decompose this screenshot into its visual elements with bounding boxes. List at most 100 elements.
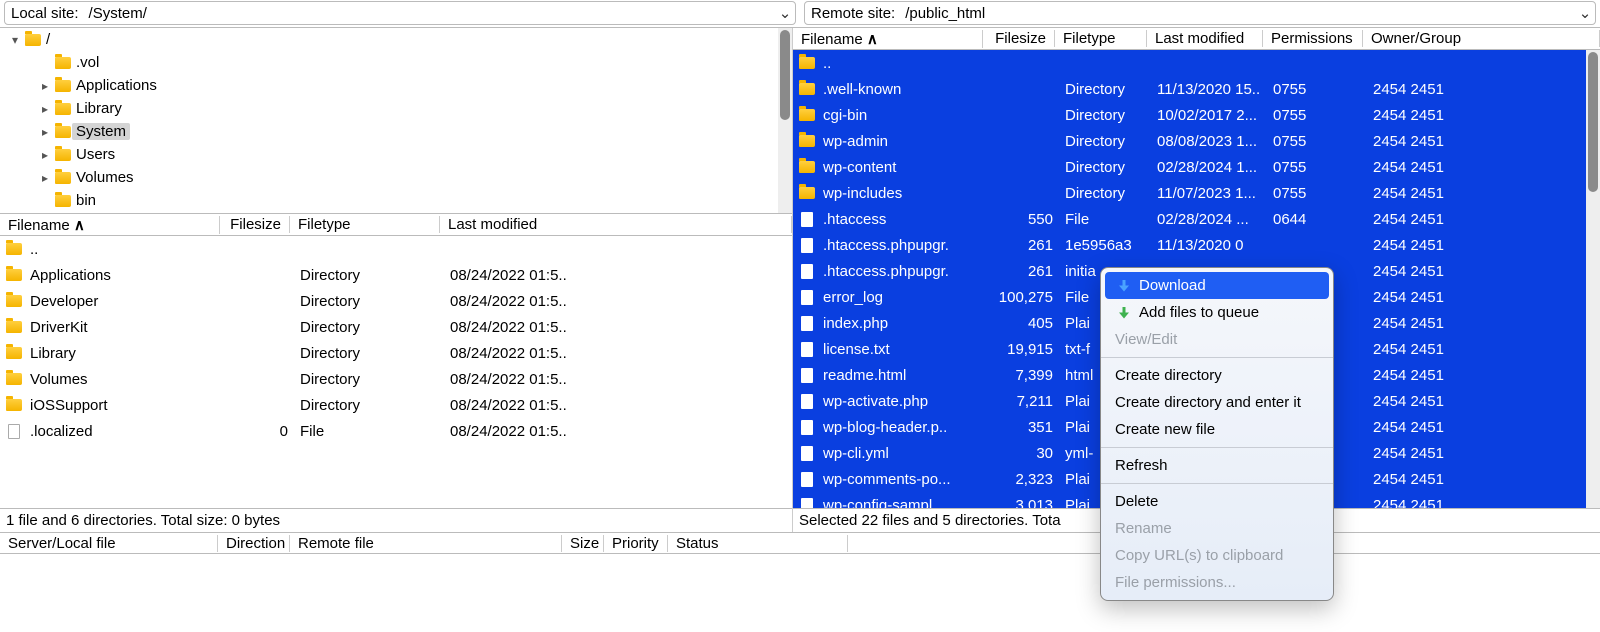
cell-owner: 2454 2451 bbox=[1367, 237, 1600, 254]
col-owner[interactable]: Owner/Group bbox=[1363, 30, 1600, 47]
list-item[interactable]: wp-contentDirectory02/28/2024 1...075524… bbox=[793, 154, 1600, 180]
col-filetype[interactable]: Filetype bbox=[1055, 30, 1147, 47]
cell-filesize: 351 bbox=[987, 419, 1059, 436]
col-filesize[interactable]: Filesize bbox=[983, 30, 1055, 47]
context-menu[interactable]: Download Add files to queue View/Edit Cr… bbox=[1100, 267, 1334, 601]
list-item[interactable]: DriverKitDirectory08/24/2022 01:5.. bbox=[0, 314, 792, 340]
scroll-thumb[interactable] bbox=[1588, 52, 1598, 192]
qh-remote[interactable]: Remote file bbox=[290, 535, 562, 552]
cell-owner: 2454 2451 bbox=[1367, 81, 1600, 98]
ctx-rename: Rename bbox=[1101, 515, 1333, 542]
local-tree[interactable]: /.volApplicationsLibrarySystem Users Volum… bbox=[0, 28, 792, 214]
disclosure-icon[interactable] bbox=[36, 102, 54, 116]
col-filename[interactable]: Filename bbox=[793, 30, 983, 48]
cell-filename: Developer bbox=[24, 293, 224, 310]
remote-columns[interactable]: Filename Filesize Filetype Last modified… bbox=[793, 28, 1600, 50]
cell-filetype: Directory bbox=[294, 371, 444, 388]
ctx-delete[interactable]: Delete bbox=[1101, 488, 1333, 515]
cell-owner: 2454 2451 bbox=[1367, 445, 1600, 462]
cell-filetype: Directory bbox=[294, 345, 444, 362]
qh-direction[interactable]: Direction bbox=[218, 535, 290, 552]
cell-filename: Library bbox=[24, 345, 224, 362]
qh-size[interactable]: Size bbox=[562, 535, 604, 552]
cell-lastmodified: 11/13/2020 0 bbox=[1151, 237, 1267, 254]
list-item[interactable]: iOSSupportDirectory08/24/2022 01:5.. bbox=[0, 392, 792, 418]
disclosure-icon[interactable] bbox=[36, 79, 54, 93]
local-path-value[interactable]: /System/ bbox=[85, 5, 775, 22]
qh-status[interactable]: Status bbox=[668, 535, 848, 552]
col-filename[interactable]: Filename bbox=[0, 216, 220, 234]
list-item[interactable]: cgi-binDirectory10/02/2017 2...07552454 … bbox=[793, 102, 1600, 128]
cell-owner: 2454 2451 bbox=[1367, 159, 1600, 176]
dropdown-icon[interactable]: ⌄ bbox=[1575, 4, 1595, 22]
local-columns[interactable]: Filename Filesize Filetype Last modified bbox=[0, 214, 792, 236]
file-icon bbox=[797, 316, 817, 331]
scrollbar[interactable] bbox=[778, 28, 792, 213]
folder-icon bbox=[54, 57, 72, 69]
ctx-create-file[interactable]: Create new file bbox=[1101, 416, 1333, 443]
disclosure-icon[interactable] bbox=[36, 171, 54, 185]
cell-owner: 2454 2451 bbox=[1367, 185, 1600, 202]
tree-item[interactable]: Volumes bbox=[0, 166, 792, 189]
ctx-add-label: Add files to queue bbox=[1139, 304, 1259, 321]
cell-owner: 2454 2451 bbox=[1367, 315, 1600, 332]
ctx-refresh[interactable]: Refresh bbox=[1101, 452, 1333, 479]
list-item[interactable]: LibraryDirectory08/24/2022 01:5.. bbox=[0, 340, 792, 366]
tree-item[interactable]: Applications bbox=[0, 74, 792, 97]
qh-priority[interactable]: Priority bbox=[604, 535, 668, 552]
cell-filetype: Directory bbox=[294, 397, 444, 414]
cell-filesize: 19,915 bbox=[987, 341, 1059, 358]
folder-icon bbox=[54, 126, 72, 138]
list-item[interactable]: .htaccess550File02/28/2024 ...06442454 2… bbox=[793, 206, 1600, 232]
qh-server[interactable]: Server/Local file bbox=[0, 535, 218, 552]
tree-item[interactable]: Library bbox=[0, 97, 792, 120]
col-filetype[interactable]: Filetype bbox=[290, 216, 440, 233]
list-item[interactable]: wp-includesDirectory11/07/2023 1...07552… bbox=[793, 180, 1600, 206]
file-icon bbox=[797, 420, 817, 435]
tree-item[interactable]: bin bbox=[0, 189, 792, 212]
ctx-create-directory-enter[interactable]: Create directory and enter it bbox=[1101, 389, 1333, 416]
list-item[interactable]: wp-adminDirectory08/08/2023 1...07552454… bbox=[793, 128, 1600, 154]
list-item[interactable]: ApplicationsDirectory08/24/2022 01:5.. bbox=[0, 262, 792, 288]
disclosure-icon[interactable] bbox=[6, 33, 24, 47]
dropdown-icon[interactable]: ⌄ bbox=[775, 4, 795, 22]
list-item[interactable]: VolumesDirectory08/24/2022 01:5.. bbox=[0, 366, 792, 392]
cell-owner: 2454 2451 bbox=[1367, 367, 1600, 384]
cell-lastmodified: 08/24/2022 01:5.. bbox=[444, 293, 792, 310]
remote-path-value[interactable]: /public_html bbox=[901, 5, 1575, 22]
col-permissions[interactable]: Permissions bbox=[1263, 30, 1363, 47]
tree-item[interactable]: / bbox=[0, 28, 792, 51]
cell-filename: .. bbox=[24, 241, 224, 258]
list-item[interactable]: .. bbox=[793, 50, 1600, 76]
scrollbar[interactable] bbox=[1586, 50, 1600, 508]
list-item[interactable]: .localized0File08/24/2022 01:5.. bbox=[0, 418, 792, 444]
folder-icon bbox=[4, 373, 24, 385]
ctx-download[interactable]: Download bbox=[1105, 272, 1329, 299]
tree-item[interactable]: Users bbox=[0, 143, 792, 166]
local-filelist[interactable]: .. ApplicationsDirectory08/24/2022 01:5..… bbox=[0, 236, 792, 508]
cell-lastmodified: 08/24/2022 01:5.. bbox=[444, 267, 792, 284]
queue-columns[interactable]: Server/Local file Direction Remote file … bbox=[0, 532, 1600, 554]
list-item[interactable]: .. bbox=[0, 236, 792, 262]
list-item[interactable]: .well-knownDirectory11/13/2020 15..07552… bbox=[793, 76, 1600, 102]
cell-filename: wp-blog-header.p.. bbox=[817, 419, 987, 436]
disclosure-icon[interactable] bbox=[36, 148, 54, 162]
list-item[interactable]: DeveloperDirectory08/24/2022 01:5.. bbox=[0, 288, 792, 314]
list-item[interactable]: .htaccess.phpupgr.2611e5956a311/13/2020 … bbox=[793, 232, 1600, 258]
ctx-create-directory[interactable]: Create directory bbox=[1101, 362, 1333, 389]
local-path-bar[interactable]: Local site: /System/ ⌄ bbox=[4, 1, 796, 25]
tree-item[interactable]: .vol bbox=[0, 51, 792, 74]
col-lastmodified[interactable]: Last modified bbox=[440, 216, 792, 233]
tree-item[interactable]: System bbox=[0, 120, 792, 143]
scroll-thumb[interactable] bbox=[780, 30, 790, 120]
remote-path-bar[interactable]: Remote site: /public_html ⌄ bbox=[804, 1, 1596, 25]
folder-icon bbox=[797, 109, 817, 121]
col-filesize[interactable]: Filesize bbox=[220, 216, 290, 233]
cell-lastmodified: 08/24/2022 01:5.. bbox=[444, 423, 792, 440]
tree-item-label: Users bbox=[72, 146, 115, 163]
ctx-file-permissions: File permissions... bbox=[1101, 569, 1333, 596]
col-lastmodified[interactable]: Last modified bbox=[1147, 30, 1263, 47]
disclosure-icon[interactable] bbox=[36, 125, 54, 139]
cell-lastmodified: 02/28/2024 1... bbox=[1151, 159, 1267, 176]
ctx-add-queue[interactable]: Add files to queue bbox=[1101, 299, 1333, 326]
